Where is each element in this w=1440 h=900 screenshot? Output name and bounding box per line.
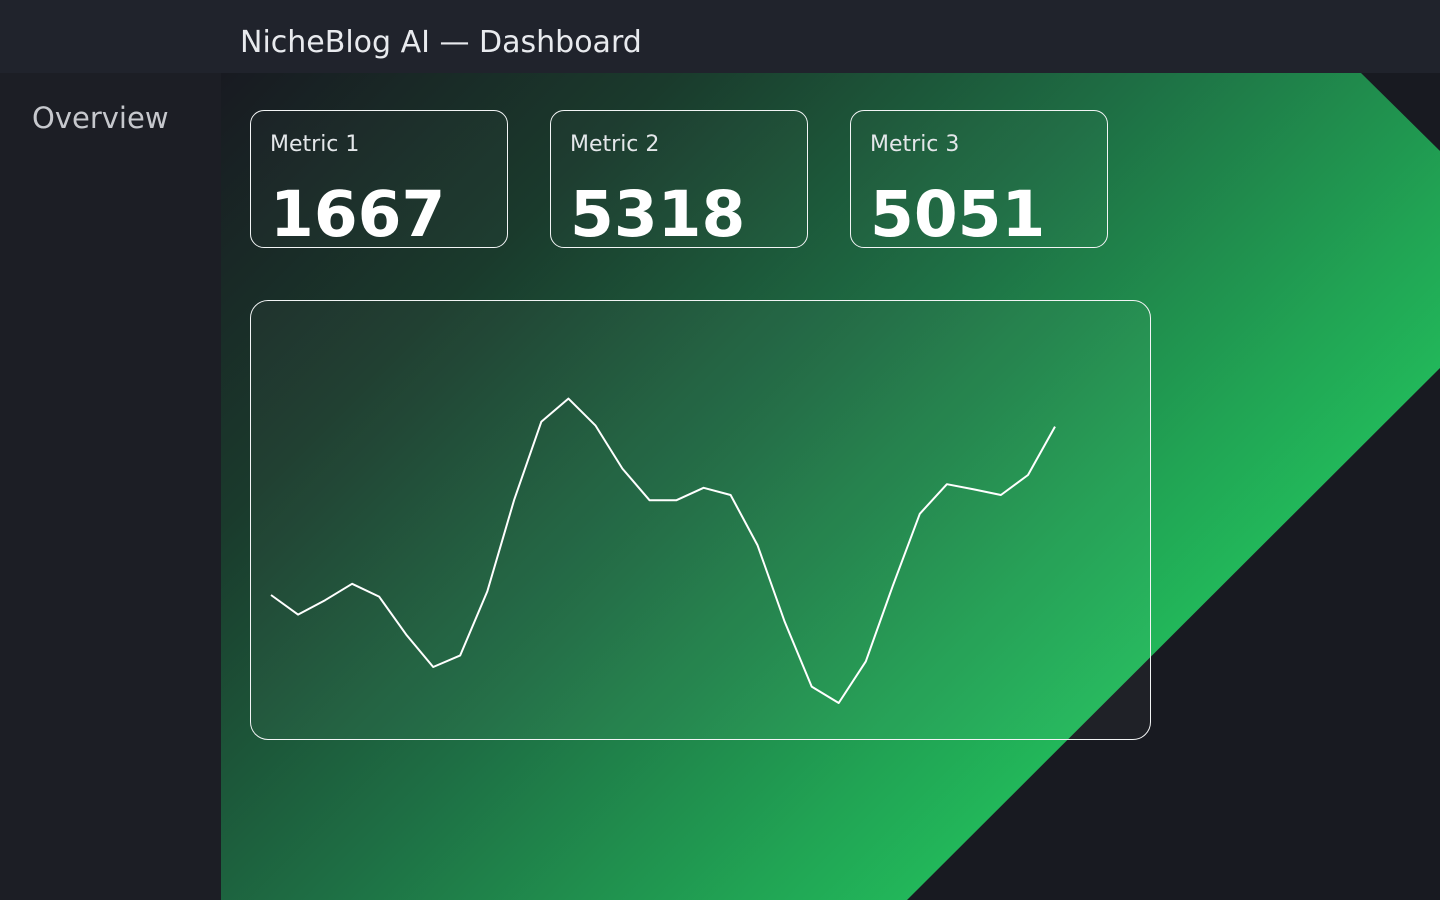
metric-label: Metric 1 [270,132,360,157]
metric-value: 1667 [270,178,446,251]
sidebar-item-overview[interactable]: Overview [32,99,169,137]
top-bar: NicheBlog AI — Dashboard [0,0,1440,73]
metric-label: Metric 3 [870,132,960,157]
sidebar: Overview [0,73,221,900]
metric-card-1[interactable]: Metric 1 1667 [250,110,508,251]
chart-panel [250,300,1151,740]
metric-card-3[interactable]: Metric 3 5051 [850,110,1108,251]
metric-card-2[interactable]: Metric 2 5318 [550,110,808,251]
metric-label: Metric 2 [570,132,660,157]
metric-value: 5051 [870,178,1046,251]
metric-value: 5318 [570,178,746,251]
line-chart [270,397,1056,704]
app-title: NicheBlog AI — Dashboard [240,25,642,60]
series-line [270,397,1056,704]
